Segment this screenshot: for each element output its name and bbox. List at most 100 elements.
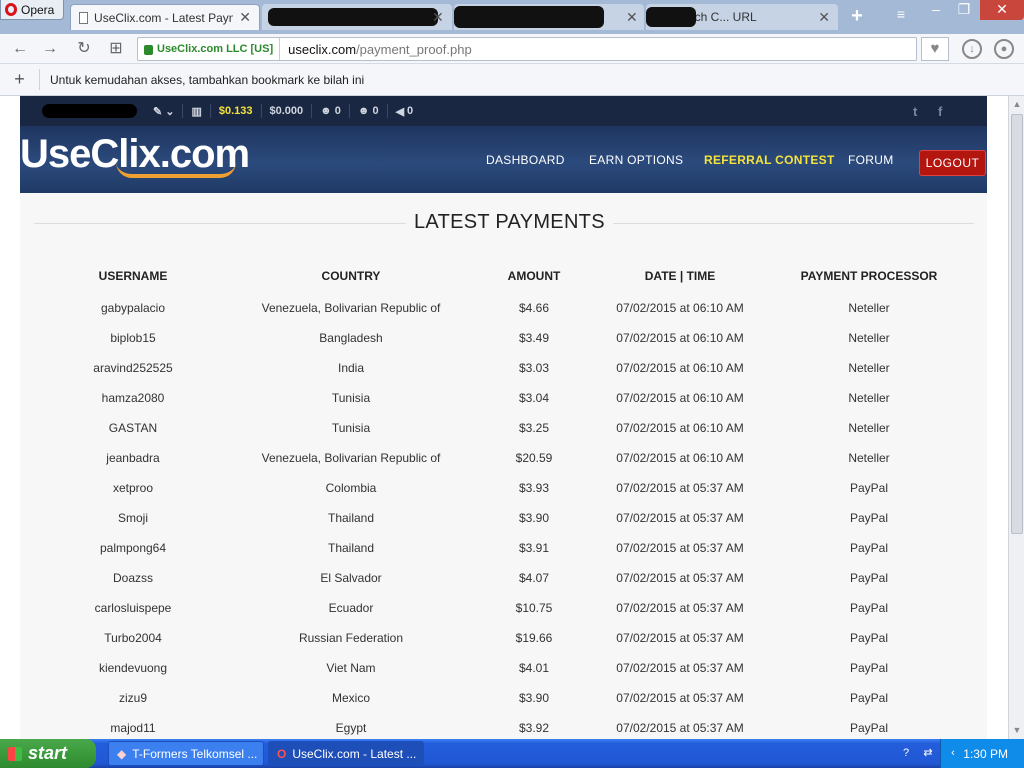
start-button[interactable]: start [0, 739, 96, 768]
back-icon[interactable]: ← [10, 39, 30, 59]
close-tab-icon[interactable]: ✕ [432, 9, 444, 26]
security-badge[interactable]: UseClix.com LLC [US] [138, 38, 281, 60]
bookmark-heart-icon[interactable]: ♥ [921, 37, 949, 61]
cell-username: aravind252525 [93, 361, 173, 375]
payments-body: gabypalacio Venezuela, Bolivarian Republi… [50, 293, 960, 739]
nav-forum[interactable]: FORUM [848, 153, 894, 167]
windows-taskbar: start ◆ T-Formers Telkomsel ... O UseCli… [0, 739, 1024, 768]
tab-useclix[interactable]: UseClix.com - Latest Paymen ✕ [70, 4, 260, 30]
twitter-icon[interactable]: t [913, 104, 917, 119]
logout-button[interactable]: LOGOUT [919, 150, 986, 176]
browser-titlebar: Opera UseClix.com - Latest Paymen ✕ ✕ ✕ … [0, 0, 1024, 34]
cell-amount: $10.75 [515, 601, 553, 615]
rented-referrals-count: 0 [372, 105, 379, 117]
nav-dashboard[interactable]: DASHBOARD [486, 153, 565, 167]
rented-referrals[interactable]: ☻ 0 [348, 104, 387, 118]
taskbar-item-useclix[interactable]: O UseClix.com - Latest ... [268, 741, 424, 766]
cell-country: Mexico [331, 691, 370, 705]
app-icon: ◆ [117, 746, 127, 761]
cell-datetime: 07/02/2015 at 06:10 AM [616, 361, 744, 375]
cell-datetime: 07/02/2015 at 06:10 AM [616, 331, 744, 345]
speed-dial-grid-icon[interactable]: ⊞ [106, 39, 126, 59]
tab-menu-icon[interactable]: ≡ [890, 6, 912, 26]
minimize-icon[interactable]: – [922, 0, 950, 20]
cell-username: Turbo2004 [104, 631, 162, 645]
cell-country: Tunisia [331, 421, 371, 435]
tab-3[interactable]: ✕ [454, 4, 644, 30]
cell-datetime: 07/02/2015 at 05:37 AM [616, 661, 744, 675]
address-bar[interactable]: UseClix.com LLC [US] useclix.com/payment… [137, 37, 917, 61]
restore-icon[interactable]: ❐ [950, 0, 978, 20]
cell-datetime: 07/02/2015 at 05:37 AM [616, 481, 744, 495]
close-tab-icon[interactable]: ✕ [626, 9, 638, 26]
clock[interactable]: 1:30 PM [963, 747, 1008, 761]
user-account-icon[interactable]: ● [994, 39, 1014, 59]
nav-earn-options[interactable]: EARN OPTIONS [589, 153, 683, 167]
cell-amount: $3.90 [518, 511, 550, 525]
add-bookmark-icon[interactable]: + [0, 69, 40, 90]
stats-chart-link[interactable]: ▥ [182, 104, 209, 118]
cell-username: biplob15 [110, 331, 156, 345]
cell-amount: $19.66 [515, 631, 553, 645]
settings-link[interactable]: ✎ ⌄ [145, 104, 182, 118]
table-row: Doazss El Salvador $4.07 07/02/2015 at 05:3… [50, 563, 960, 593]
nav-referral-contest[interactable]: REFERRAL CONTEST [704, 153, 835, 167]
heading-wrap: LATEST PAYMENTS [34, 211, 974, 235]
tray-expand-icon[interactable]: ‹ [945, 745, 961, 761]
tab-label: UseClix.com - Latest Paymen [94, 10, 233, 25]
cell-country: El Salvador [320, 571, 382, 585]
useclix-logo[interactable]: UseClix.com [20, 132, 250, 178]
cell-username: zizu9 [118, 691, 147, 705]
col-processor: PAYMENT PROCESSOR [800, 269, 938, 283]
opera-menu-button[interactable]: Opera [0, 0, 64, 20]
opera-label: Opera [21, 2, 55, 17]
cell-amount: $4.66 [518, 301, 550, 315]
new-tab-button[interactable]: + [846, 6, 868, 26]
cell-country: India [337, 361, 365, 375]
direct-referrals[interactable]: ☻ 0 [311, 104, 349, 118]
table-row: GASTAN Tunisia $3.25 07/02/2015 at 06:10 AM… [50, 413, 960, 443]
redacted-username [42, 104, 137, 118]
col-country: COUNTRY [321, 269, 381, 283]
tab-2[interactable]: ✕ [262, 4, 452, 30]
cell-username: Doazss [112, 571, 153, 585]
tab-4[interactable]: arch C... URL ✕ [646, 4, 838, 30]
facebook-icon[interactable]: f [938, 104, 942, 119]
close-tab-icon[interactable]: ✕ [239, 9, 251, 26]
scroll-thumb[interactable] [1011, 114, 1023, 534]
announcements-count: 0 [407, 105, 414, 117]
cell-datetime: 07/02/2015 at 05:37 AM [616, 691, 744, 705]
col-username: USERNAME [98, 269, 168, 283]
redacted-scribble [268, 8, 438, 26]
purchase-balance[interactable]: $0.000 [260, 104, 312, 118]
close-window-icon[interactable]: ✕ [980, 0, 1024, 20]
main-balance[interactable]: $0.133 [209, 104, 261, 118]
url-text[interactable]: useclix.com/payment_proof.php [280, 42, 472, 57]
cell-country: Venezuela, Bolivarian Republic of [261, 451, 441, 465]
cell-amount: $4.07 [518, 571, 550, 585]
scroll-down-arrow-icon[interactable]: ▼ [1009, 722, 1024, 738]
reload-icon[interactable]: ↻ [74, 39, 94, 59]
close-tab-icon[interactable]: ✕ [818, 9, 830, 26]
network-icon[interactable]: ⇄ [920, 745, 936, 761]
cell-username: hamza2080 [101, 391, 165, 405]
page-title: LATEST PAYMENTS [406, 211, 613, 234]
scroll-up-arrow-icon[interactable]: ▲ [1009, 96, 1024, 112]
bar-chart-icon: ▥ [191, 105, 202, 118]
help-icon[interactable]: ? [898, 745, 914, 761]
forward-icon[interactable]: → [40, 39, 60, 59]
cell-country: Ecuador [328, 601, 374, 615]
opera-icon: O [277, 746, 287, 761]
cell-username: palmpong64 [99, 541, 167, 555]
navigation-bar: ← → ↻ ⊞ UseClix.com LLC [US] useclix.com… [0, 34, 1024, 64]
announcements[interactable]: ◀ 0 [386, 104, 422, 118]
cell-username: kiendevuong [98, 661, 168, 675]
vertical-scrollbar[interactable]: ▲ ▼ [1008, 96, 1024, 739]
taskbar-item-tformers[interactable]: ◆ T-Formers Telkomsel ... [108, 741, 264, 766]
download-icon[interactable]: ↓ [962, 39, 982, 59]
cell-amount: $3.49 [518, 331, 550, 345]
cell-datetime: 07/02/2015 at 05:37 AM [616, 571, 744, 585]
cell-datetime: 07/02/2015 at 05:37 AM [616, 601, 744, 615]
col-datetime: DATE | TIME [644, 269, 716, 283]
cell-processor: PayPal [849, 511, 889, 525]
